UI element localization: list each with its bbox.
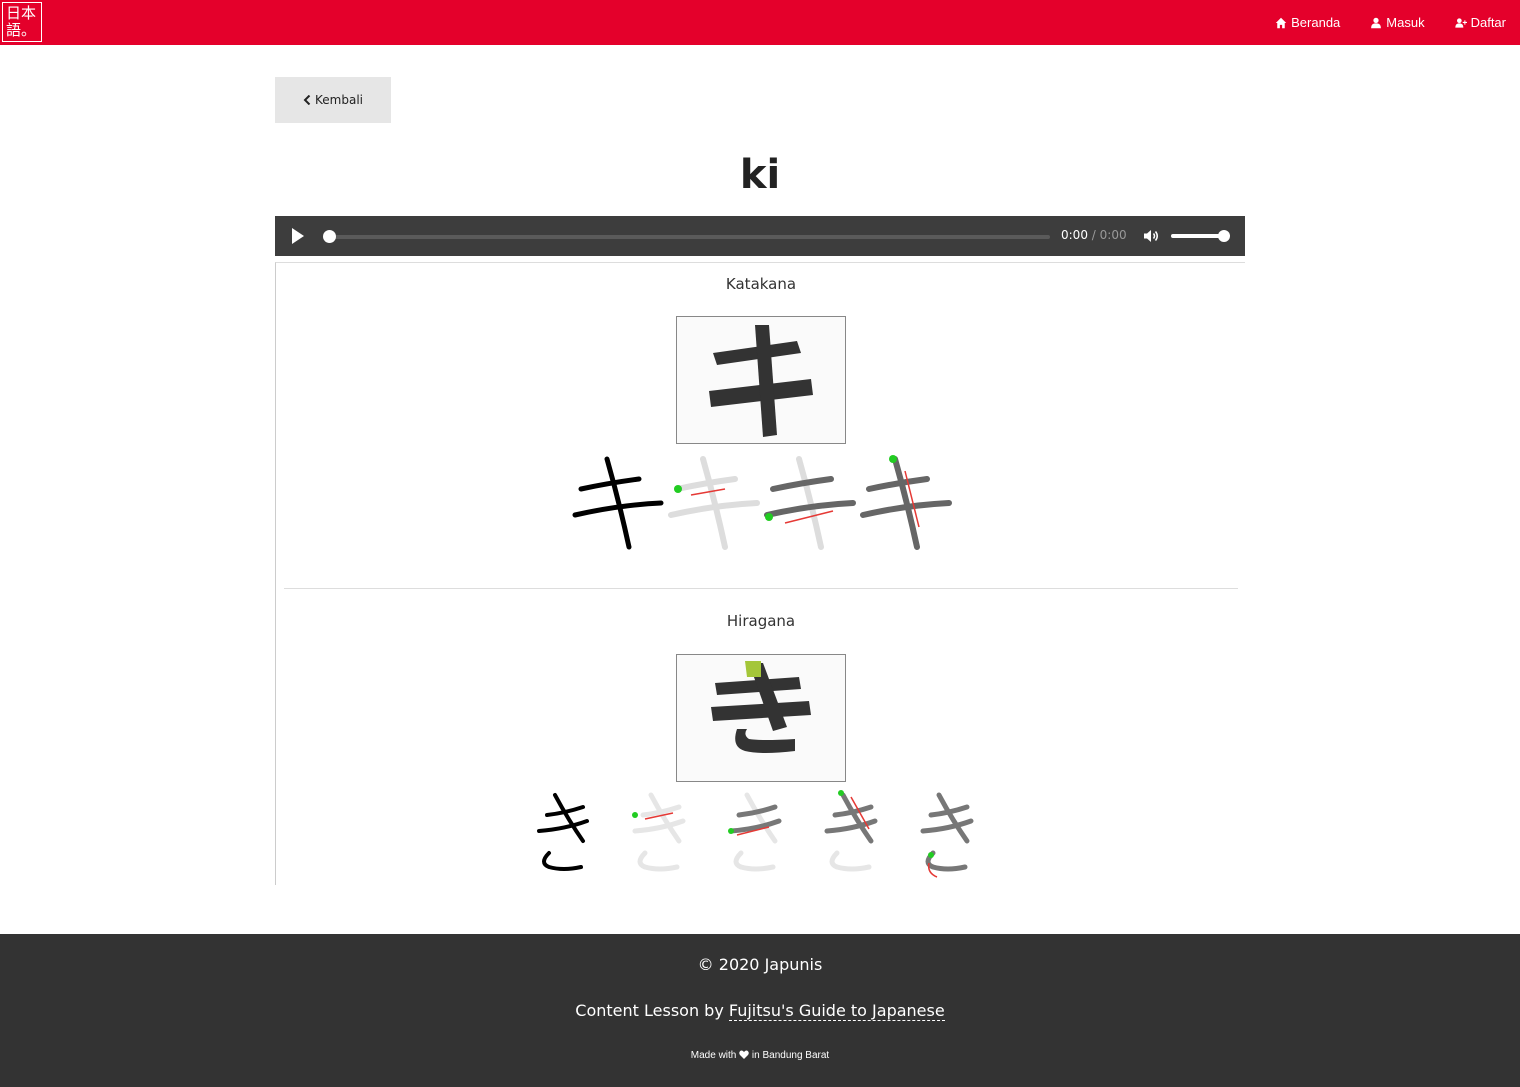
audio-time-separator: / <box>1091 228 1096 242</box>
audio-current-time: 0:00 <box>1061 228 1088 242</box>
katakana-stroke-complete <box>572 456 664 550</box>
katakana-animation-box <box>676 316 846 444</box>
hiragana-large-glyph <box>711 661 811 753</box>
hiragana-stroke-2 <box>728 792 782 872</box>
site-logo[interactable]: 日本 語。 <box>2 2 42 42</box>
page-title: ki <box>739 152 781 198</box>
katakana-stroke-2 <box>764 456 856 550</box>
audio-progress-bar[interactable] <box>327 235 1050 239</box>
nav-register-label: Daftar <box>1470 15 1506 30</box>
user-plus-icon <box>1454 17 1467 28</box>
katakana-stroke-3 <box>860 455 952 550</box>
hiragana-label: Hiragana <box>726 612 796 630</box>
nav-home-label: Beranda <box>1291 15 1341 30</box>
footer-lesson-prefix: Content Lesson by <box>575 1001 729 1020</box>
fujitsu-guide-link[interactable]: Fujitsu's Guide to Japanese <box>728 1001 945 1021</box>
nav-links: Beranda Masuk Daftar <box>1275 0 1506 45</box>
hiragana-stroke-1 <box>632 792 686 872</box>
chevron-left-icon <box>303 95 311 105</box>
hiragana-stroke-order <box>276 789 1246 889</box>
footer: © 2020 Japunis Content Lesson by Fujitsu… <box>0 934 1520 1087</box>
footer-copyright: © 2020 Japunis <box>697 955 823 974</box>
section-divider <box>284 588 1238 589</box>
home-icon <box>1275 17 1287 28</box>
volume-slider[interactable] <box>1171 234 1223 238</box>
hiragana-animation-box <box>676 654 846 782</box>
logo-line-2: 語。 <box>6 21 37 39</box>
audio-progress-thumb[interactable] <box>323 230 336 243</box>
audio-player: 0:00 / 0:00 <box>275 216 1245 256</box>
back-button[interactable]: Kembali <box>275 77 391 123</box>
katakana-stroke-order <box>276 451 1246 551</box>
hiragana-stroke-3 <box>824 790 878 872</box>
play-button[interactable] <box>292 228 304 244</box>
katakana-large-glyph <box>709 325 813 437</box>
navbar: 日本 語。 Beranda Masuk Daftar <box>0 0 1520 45</box>
hiragana-stroke-complete <box>537 793 589 871</box>
audio-time: 0:00 / 0:00 <box>1061 228 1127 242</box>
kana-content: Katakana Hiragana <box>275 262 1245 885</box>
volume-thumb[interactable] <box>1218 230 1230 242</box>
nav-home-link[interactable]: Beranda <box>1275 15 1340 30</box>
logo-line-1: 日本 <box>6 4 37 22</box>
katakana-label: Katakana <box>725 275 797 293</box>
volume-icon[interactable] <box>1143 228 1159 244</box>
nav-login-label: Masuk <box>1386 15 1425 30</box>
katakana-stroke-1 <box>668 456 760 550</box>
footer-made-prefix: Made with <box>690 1050 737 1061</box>
footer-lesson-credit: Content Lesson by Fujitsu's Guide to Jap… <box>0 1001 1520 1021</box>
user-icon <box>1371 17 1382 28</box>
hiragana-stroke-4 <box>920 792 974 878</box>
footer-made-with: Made with in Bandung Barat <box>0 1050 1520 1061</box>
back-button-label: Kembali <box>315 93 363 107</box>
nav-login-link[interactable]: Masuk <box>1370 15 1425 30</box>
footer-made-suffix: in Bandung Barat <box>751 1050 830 1061</box>
audio-duration: 0:00 <box>1099 228 1127 242</box>
heart-icon <box>739 1050 749 1059</box>
nav-register-link[interactable]: Daftar <box>1454 15 1506 30</box>
